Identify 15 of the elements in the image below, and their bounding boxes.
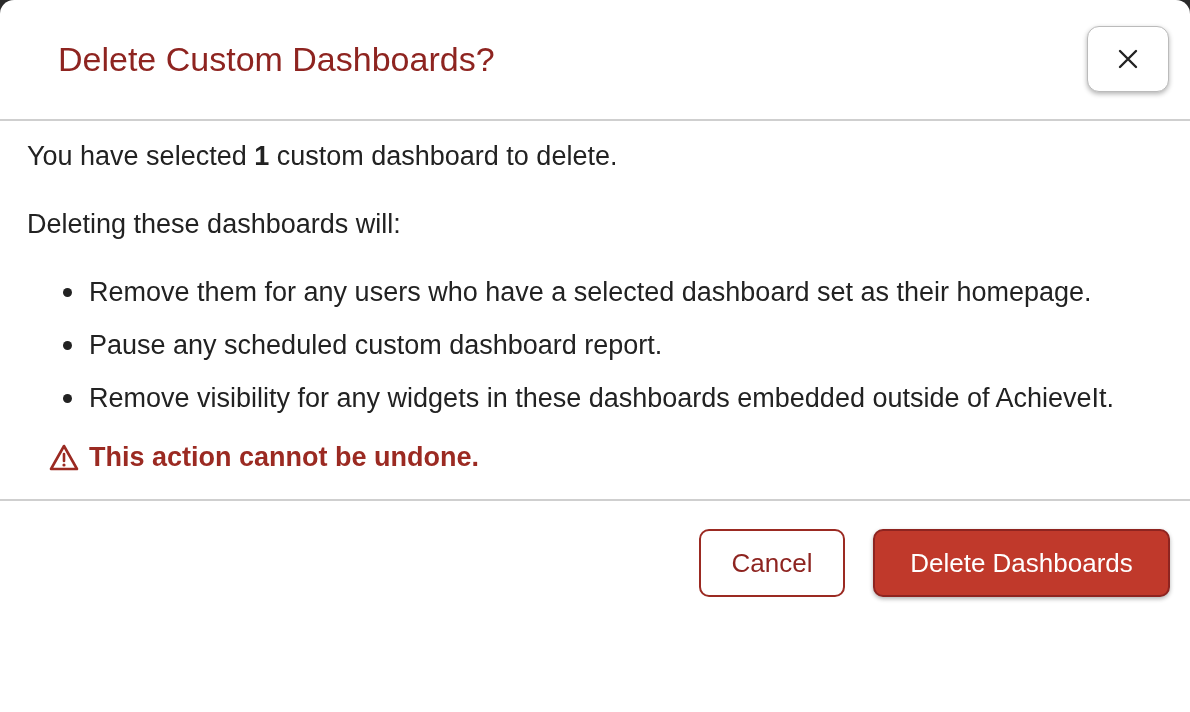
delete-button[interactable]: Delete Dashboards	[873, 529, 1170, 597]
warning-text: This action cannot be undone.	[89, 442, 479, 473]
consequence-text: Remove them for any users who have a selected dashboard set as their homepage.	[89, 276, 1092, 309]
lead-text: Deleting these dashboards will:	[27, 208, 402, 241]
close-icon	[1117, 48, 1139, 70]
bullet-icon	[63, 288, 72, 297]
intro-text: You have selected 1 custom dashboard to delete.	[27, 140, 619, 173]
bullet-icon	[63, 394, 72, 403]
cancel-button[interactable]: Cancel	[699, 529, 845, 597]
warning-icon	[49, 444, 79, 471]
bullet-icon	[63, 341, 72, 350]
close-button[interactable]	[1087, 26, 1169, 92]
dialog-title: Delete Custom Dashboards?	[58, 39, 495, 79]
consequence-text: Pause any scheduled custom dashboard report.	[89, 329, 663, 362]
consequence-text: Remove visibility for any widgets in these dashboards embedded outside of AchieveIt.	[89, 382, 1115, 415]
